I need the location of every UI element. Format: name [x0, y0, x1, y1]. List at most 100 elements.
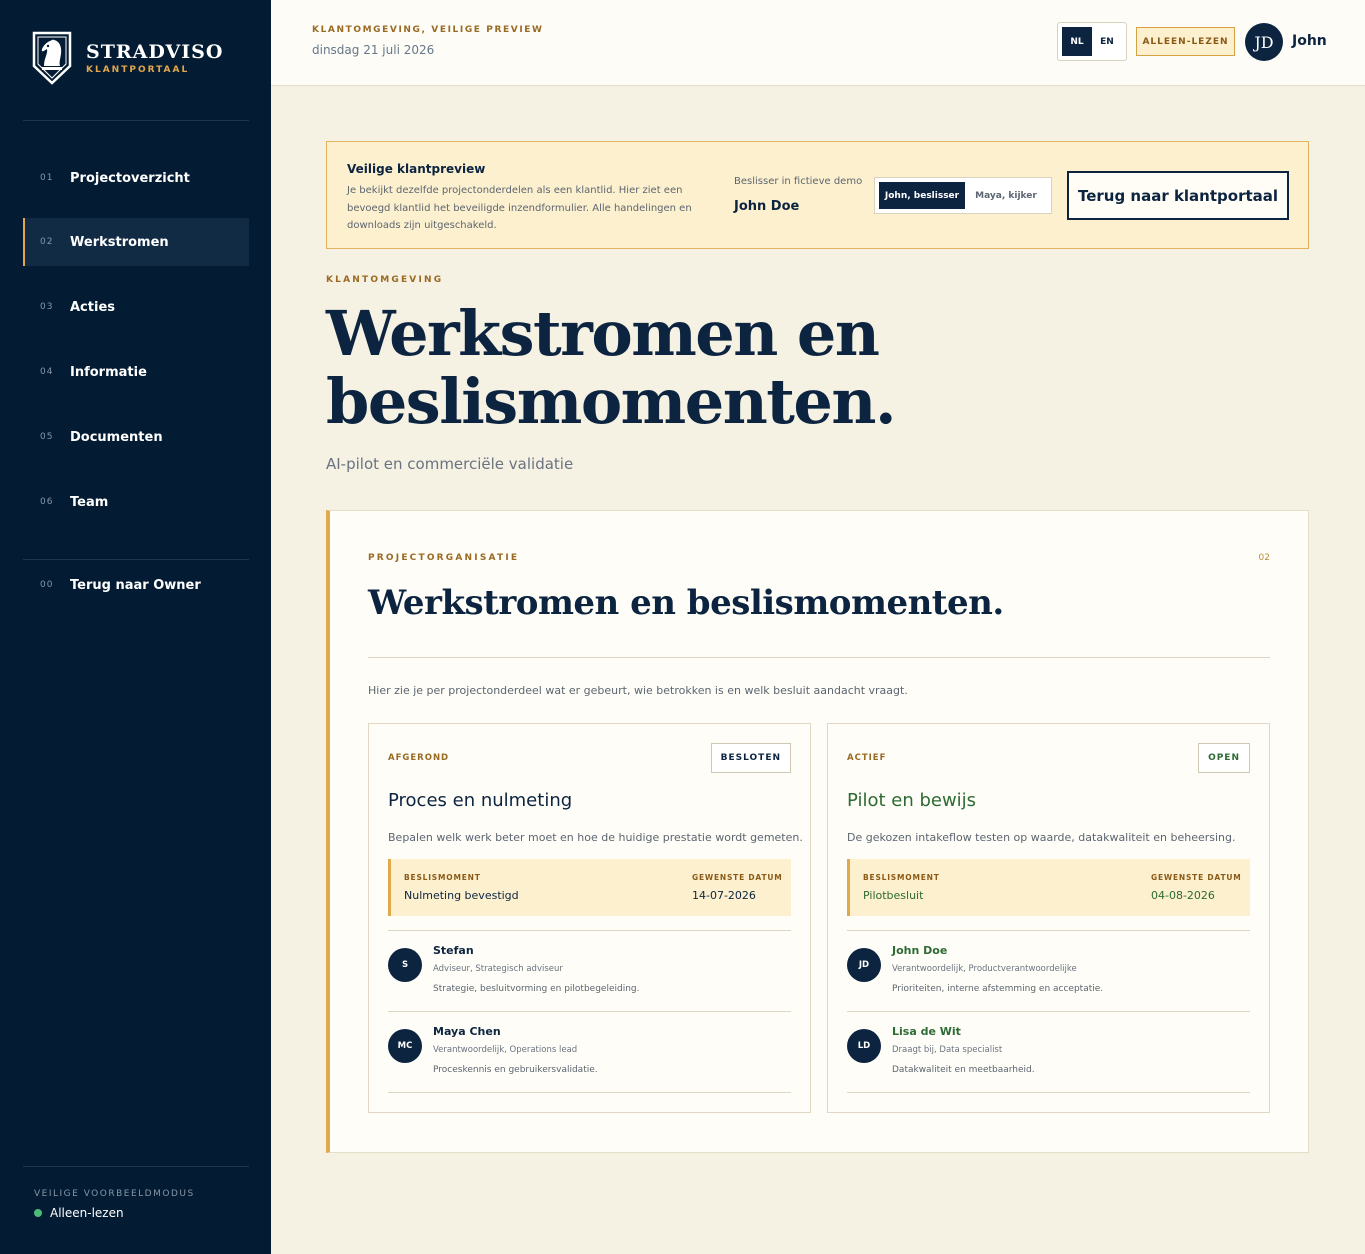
brand[interactable]: STRADVISO KLANTPORTAAL: [31, 30, 223, 86]
readonly-status-label: Alleen-lezen: [50, 1206, 124, 1220]
avatar: S: [388, 948, 422, 982]
sidebar-item-projectoverzicht[interactable]: 01 Projectoverzicht: [23, 154, 249, 202]
brand-name: STRADVISO: [86, 41, 224, 63]
lang-en-button[interactable]: EN: [1092, 27, 1122, 56]
decision-label: BESLISMOMENT: [404, 873, 481, 882]
list-item: S Stefan Adviseur, Strategisch adviseur …: [388, 936, 791, 1006]
banner-text: Je bekijkt dezelfde projectonderdelen al…: [347, 185, 692, 231]
date-value: 14-07-2026: [692, 889, 756, 902]
brand-subtitle: KLANTPORTAAL: [86, 65, 190, 75]
avatar: MC: [388, 1029, 422, 1063]
member-divider: [847, 930, 1250, 931]
date-label: GEWENSTE DATUM: [1151, 873, 1242, 882]
status-badge: OPEN: [1198, 743, 1250, 773]
project-organisation-card: PROJECTORGANISATIE 02 Werkstromen en bes…: [326, 510, 1309, 1153]
user-name[interactable]: John: [1292, 33, 1327, 49]
member-name: Lisa de Wit: [892, 1025, 961, 1038]
stream-title: Pilot en bewijs: [847, 790, 977, 811]
nav-number: 02: [40, 237, 54, 247]
member-role: Verantwoordelijk, Operations lead: [433, 1045, 578, 1055]
sidebar-item-acties[interactable]: 03 Acties: [23, 283, 249, 331]
nav-label: Documenten: [70, 429, 163, 445]
banner-title: Veilige klantpreview: [347, 162, 486, 176]
lang-nl-button[interactable]: NL: [1062, 27, 1092, 56]
sidebar-divider: [23, 1166, 249, 1167]
member-note: Datakwaliteit en meetbaarheid.: [892, 1065, 1035, 1075]
member-note: Strategie, besluitvorming en pilotbegele…: [433, 984, 640, 994]
nav-label: Acties: [70, 299, 115, 315]
stream-status: AFGEROND: [388, 753, 450, 763]
stream-description: Bepalen welk werk beter moet en hoe de h…: [388, 831, 803, 844]
decision-label: BESLISMOMENT: [863, 873, 940, 882]
decision-value: Pilotbesluit: [863, 889, 924, 902]
nav-number: 01: [40, 173, 54, 183]
nav-number: 04: [40, 367, 54, 377]
sidebar-divider: [23, 120, 249, 121]
sidebar-item-werkstromen[interactable]: 02 Werkstromen: [23, 218, 249, 266]
sidebar-divider: [23, 559, 249, 560]
decision-value: Nulmeting bevestigd: [404, 889, 519, 902]
role-maya-button[interactable]: Maya, kijker: [965, 182, 1047, 209]
sidebar-item-team[interactable]: 06 Team: [23, 478, 249, 526]
nav-number: 06: [40, 497, 54, 507]
role-toggle: John, beslisser Maya, kijker: [874, 177, 1052, 214]
status-dot-icon: [34, 1209, 42, 1217]
hero-kicker: KLANTOMGEVING: [326, 275, 444, 285]
knight-shield-logo-icon: [32, 31, 72, 85]
card-title: Werkstromen en beslismomenten.: [368, 583, 1004, 623]
card-divider: [368, 657, 1270, 658]
member-divider: [388, 1011, 791, 1012]
decider-label: Beslisser in fictieve demo: [734, 176, 863, 187]
member-note: Prioriteiten, interne afstemming en acce…: [892, 984, 1104, 994]
page-subtitle: AI-pilot en commerciële validatie: [326, 455, 574, 473]
member-note: Proceskennis en gebruikersvalidatie.: [433, 1065, 598, 1075]
stream-description: De gekozen intakeflow testen op waarde, …: [847, 831, 1236, 844]
member-divider: [388, 930, 791, 931]
nav-label: Informatie: [70, 364, 147, 380]
list-item: JD John Doe Verantwoordelijk, Productver…: [847, 936, 1250, 1006]
language-toggle: NL EN: [1057, 22, 1127, 61]
sidebar-item-informatie[interactable]: 04 Informatie: [23, 348, 249, 396]
preview-banner: Veilige klantpreview Je bekijkt dezelfde…: [326, 141, 1309, 249]
member-divider: [388, 1092, 791, 1093]
topbar: KLANTOMGEVING, VEILIGE PREVIEW dinsdag 2…: [271, 0, 1365, 86]
back-to-client-portal-button[interactable]: Terug naar klantportaal: [1067, 171, 1289, 220]
member-role: Adviseur, Strategisch adviseur: [433, 964, 563, 974]
member-name: John Doe: [892, 944, 948, 957]
sidebar: STRADVISO KLANTPORTAAL 01 Projectoverzic…: [0, 0, 271, 1254]
page-title: Werkstromen en beslismomenten.: [326, 297, 897, 438]
decision-box: BESLISMOMENT Pilotbesluit GEWENSTE DATUM…: [847, 859, 1250, 916]
decider-name: John Doe: [734, 199, 800, 214]
readonly-status: Alleen-lezen: [34, 1206, 124, 1220]
member-role: Verantwoordelijk, Productverantwoordelij…: [892, 964, 1077, 974]
nav-number: 00: [40, 580, 54, 590]
card-number: 02: [1258, 553, 1270, 563]
list-item: LD Lisa de Wit Draagt bij, Data speciali…: [847, 1017, 1250, 1087]
nav-label: Werkstromen: [70, 234, 169, 250]
stream-title: Proces en nulmeting: [388, 790, 573, 811]
stream-status: ACTIEF: [847, 753, 887, 763]
avatar[interactable]: JD: [1245, 23, 1283, 61]
workstream-card: AFGEROND BESLOTEN Proces en nulmeting Be…: [368, 723, 811, 1113]
member-name: Stefan: [433, 944, 474, 957]
nav-label: Projectoverzicht: [70, 170, 190, 186]
nav-label: Team: [70, 494, 109, 510]
readonly-badge: ALLEEN-LEZEN: [1136, 27, 1235, 56]
avatar: JD: [847, 948, 881, 982]
nav-label: Terug naar Owner: [70, 577, 201, 593]
decision-box: BESLISMOMENT Nulmeting bevestigd GEWENST…: [388, 859, 791, 916]
status-badge: BESLOTEN: [710, 743, 791, 773]
member-role: Draagt bij, Data specialist: [892, 1045, 1003, 1055]
list-item: MC Maya Chen Verantwoordelijk, Operation…: [388, 1017, 791, 1087]
card-intro: Hier zie je per projectonderdeel wat er …: [368, 684, 908, 697]
role-john-button[interactable]: John, beslisser: [879, 182, 965, 209]
sidebar-item-back-to-owner[interactable]: 00 Terug naar Owner: [23, 561, 249, 609]
date-label: GEWENSTE DATUM: [692, 873, 783, 882]
topbar-kicker: KLANTOMGEVING, VEILIGE PREVIEW: [312, 25, 544, 35]
card-kicker: PROJECTORGANISATIE: [368, 553, 520, 563]
nav-number: 05: [40, 432, 54, 442]
sidebar-item-documenten[interactable]: 05 Documenten: [23, 413, 249, 461]
preview-mode-label: VEILIGE VOORBEELDMODUS: [34, 1189, 195, 1199]
workstream-card: ACTIEF OPEN Pilot en bewijs De gekozen i…: [827, 723, 1270, 1113]
avatar: LD: [847, 1029, 881, 1063]
